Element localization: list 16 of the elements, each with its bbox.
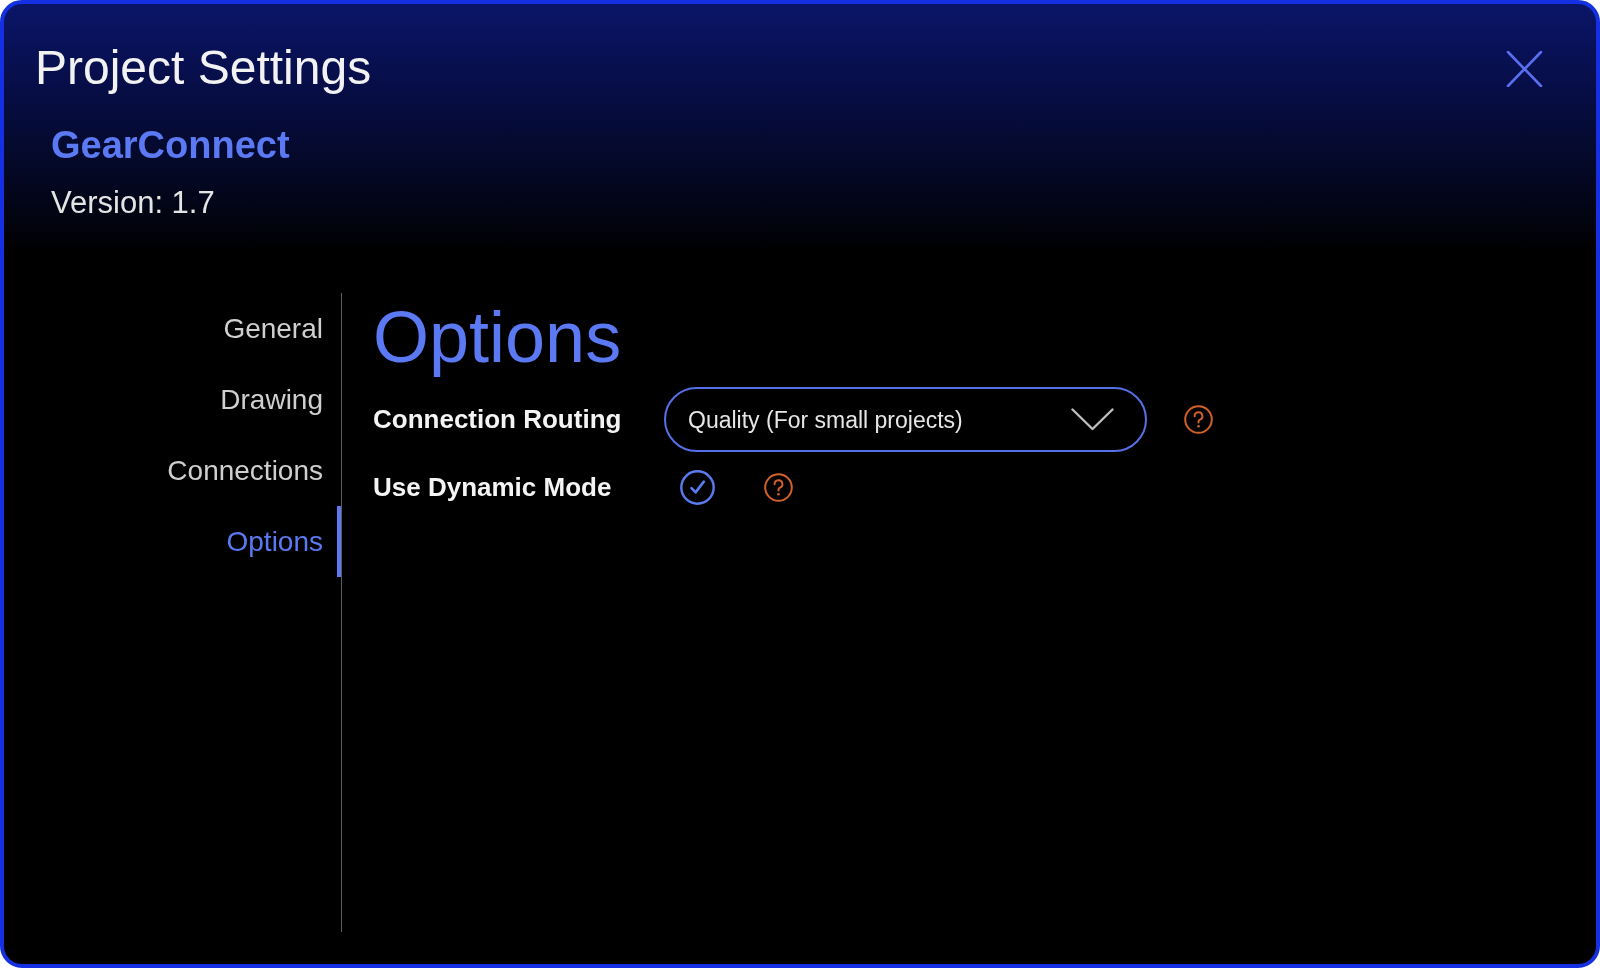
window-title: Project Settings: [35, 40, 372, 96]
sidebar-item[interactable]: Options: [226, 506, 341, 578]
sidebar-item[interactable]: Connections: [167, 435, 341, 507]
chevron-down-icon: [1071, 408, 1114, 432]
help-icon[interactable]: [764, 472, 793, 502]
project-version: Version: 1.7: [51, 184, 216, 222]
sidebar-item[interactable]: Drawing: [220, 364, 341, 436]
checkbox[interactable]: [680, 469, 715, 505]
setting-label: Connection Routing: [373, 403, 623, 437]
project-name: GearConnect: [51, 122, 291, 168]
close-icon: [1506, 51, 1543, 87]
help-icon[interactable]: [1184, 405, 1213, 435]
routing-dropdown[interactable]: Quality (For small projects): [664, 387, 1147, 453]
close-button[interactable]: [1506, 51, 1543, 87]
sidebar-item[interactable]: General: [223, 293, 341, 365]
setting-label: Use Dynamic Mode: [373, 470, 613, 504]
